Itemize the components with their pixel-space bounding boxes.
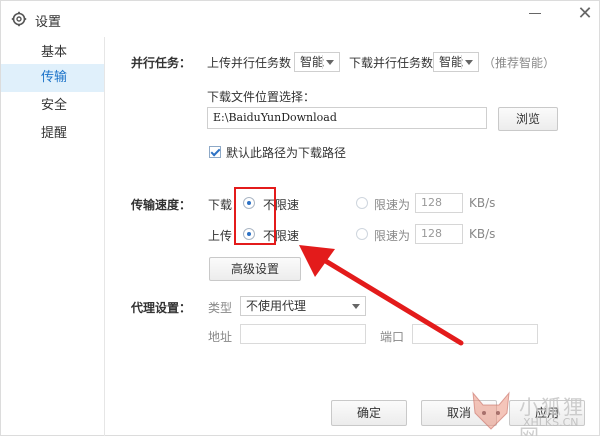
browse-button[interactable]: 浏览	[498, 107, 558, 131]
annotation-arrow-icon	[299, 245, 464, 346]
upload-parallel-select[interactable]: 智能	[294, 52, 340, 72]
sidebar-item-basic[interactable]: 基本	[1, 39, 104, 67]
annotation-highlight-box	[234, 187, 276, 245]
proxy-type-label: 类型	[208, 301, 233, 315]
watermark-text: 小狐狸网	[519, 395, 585, 436]
recommend-hint: （推荐智能）	[483, 56, 556, 70]
sidebar-item-reminder[interactable]: 提醒	[1, 120, 104, 148]
chevron-down-icon	[465, 60, 473, 65]
watermark-site: XHLKS.CN	[523, 416, 579, 429]
upload-unit-label: KB/s	[469, 227, 496, 241]
upload-parallel-label: 上传并行任务数	[207, 56, 292, 70]
minimize-button[interactable]	[523, 3, 547, 23]
fox-logo-icon	[472, 391, 510, 430]
close-button[interactable]: ✕	[573, 3, 597, 25]
download-parallel-select[interactable]: 智能	[433, 52, 479, 72]
speed-section-label: 传输速度：	[131, 198, 192, 212]
window-title: 设置	[35, 15, 62, 30]
upload-parallel-value: 智能	[300, 55, 325, 69]
sidebar-item-security[interactable]: 安全	[1, 92, 104, 120]
download-limit-radio[interactable]	[356, 197, 368, 209]
settings-window: 设置 ✕ 基本 传输 安全 提醒 并行任务： 上传并行任务数 智能 下载并行任务…	[0, 0, 600, 436]
gear-icon	[11, 11, 27, 27]
download-speed-label: 下载	[208, 198, 233, 212]
upload-limit-radio[interactable]	[356, 228, 368, 240]
sidebar-item-transfer[interactable]: 传输	[1, 64, 104, 92]
download-limit-input[interactable]: 128	[415, 193, 463, 213]
default-path-checkbox[interactable]	[209, 146, 221, 158]
download-path-input[interactable]: E:\BaiduYunDownload	[207, 107, 487, 129]
default-path-label: 默认此路径为下载路径	[226, 146, 347, 160]
advanced-settings-button[interactable]: 高级设置	[209, 257, 301, 281]
download-limit-label: 限速为	[374, 198, 411, 212]
upload-speed-label: 上传	[208, 229, 233, 243]
download-parallel-label: 下载并行任务数	[349, 56, 434, 70]
title-bar: 设置 ✕	[1, 1, 600, 37]
chevron-down-icon	[326, 60, 334, 65]
proxy-section-label: 代理设置：	[131, 301, 192, 315]
download-unit-label: KB/s	[469, 196, 496, 210]
ok-button[interactable]: 确定	[331, 400, 407, 426]
proxy-address-label: 地址	[208, 330, 233, 344]
download-parallel-value: 智能	[439, 55, 464, 69]
parallel-section-label: 并行任务：	[131, 56, 192, 70]
download-location-label: 下载文件位置选择：	[207, 90, 316, 104]
sidebar: 基本 传输 安全 提醒	[1, 37, 105, 436]
